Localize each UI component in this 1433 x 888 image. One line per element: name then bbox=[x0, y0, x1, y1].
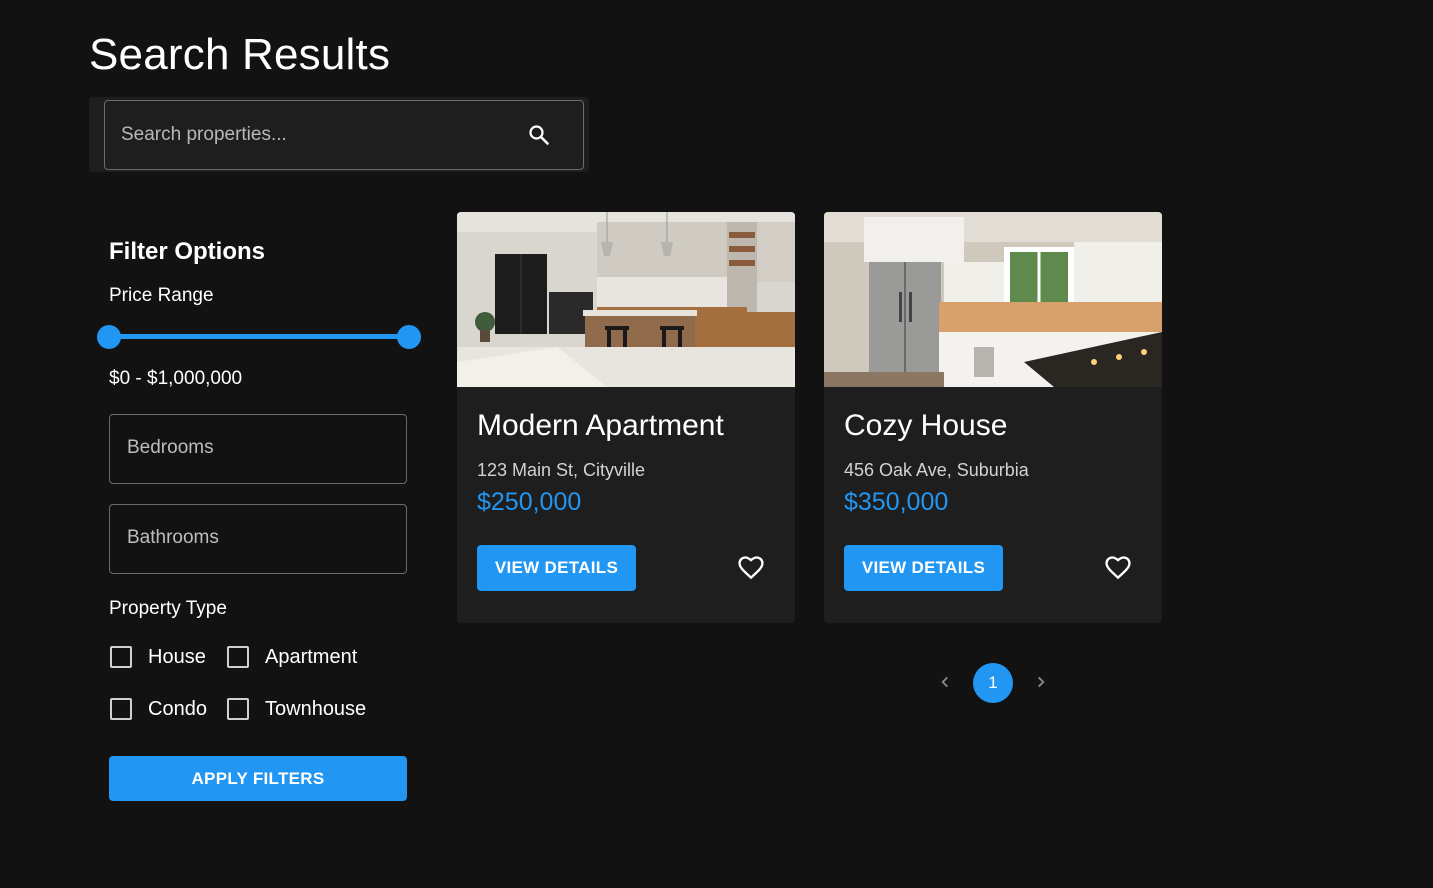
price-range-value: $0 - $1,000,000 bbox=[109, 368, 243, 389]
checkbox-icon[interactable] bbox=[110, 646, 132, 668]
checkbox-label: House bbox=[148, 645, 206, 668]
property-address: 456 Oak Ave, Suburbia bbox=[844, 460, 1029, 480]
property-card: Modern Apartment 123 Main St, Cityville … bbox=[457, 212, 795, 623]
slider-thumb-min[interactable] bbox=[97, 325, 121, 349]
property-title: Cozy House bbox=[844, 409, 1008, 442]
property-image[interactable] bbox=[457, 212, 795, 387]
bathrooms-label: Bathrooms bbox=[127, 527, 219, 548]
property-image[interactable] bbox=[824, 212, 1162, 387]
checkbox-condo[interactable]: Condo bbox=[110, 695, 207, 723]
checkbox-icon[interactable] bbox=[227, 698, 249, 720]
checkbox-label: Apartment bbox=[265, 645, 358, 668]
filter-title: Filter Options bbox=[109, 238, 265, 265]
checkbox-label: Townhouse bbox=[265, 697, 367, 720]
checkbox-house[interactable]: House bbox=[110, 643, 206, 671]
search-bar bbox=[89, 97, 589, 172]
checkbox-apartment[interactable]: Apartment bbox=[227, 643, 357, 671]
checkbox-icon[interactable] bbox=[227, 646, 249, 668]
checkbox-label: Condo bbox=[148, 697, 207, 720]
favorite-button[interactable] bbox=[733, 550, 769, 586]
view-details-button[interactable]: VIEW DETAILS bbox=[844, 545, 1003, 591]
bedrooms-select[interactable]: Bedrooms bbox=[109, 414, 407, 484]
property-card: Cozy House 456 Oak Ave, Suburbia $350,00… bbox=[824, 212, 1162, 623]
apply-filters-button[interactable]: APPLY FILTERS bbox=[109, 756, 407, 801]
price-range-slider[interactable] bbox=[97, 322, 421, 352]
search-icon[interactable] bbox=[527, 123, 551, 147]
chevron-right-icon[interactable] bbox=[1030, 671, 1052, 693]
property-address: 123 Main St, Cityville bbox=[477, 460, 646, 480]
slider-thumb-max[interactable] bbox=[397, 325, 421, 349]
search-input[interactable] bbox=[121, 101, 521, 169]
pagination-page-button[interactable]: 1 bbox=[973, 663, 1013, 703]
price-range-label: Price Range bbox=[109, 285, 214, 306]
heart-outline-icon bbox=[1105, 556, 1131, 580]
slider-track bbox=[109, 334, 409, 339]
checkbox-townhouse[interactable]: Townhouse bbox=[227, 695, 366, 723]
bedrooms-label: Bedrooms bbox=[127, 437, 214, 458]
bathrooms-select[interactable]: Bathrooms bbox=[109, 504, 407, 574]
page: Search Results Filter Options Price Rang… bbox=[0, 0, 1433, 888]
property-title: Modern Apartment bbox=[477, 409, 724, 442]
search-field bbox=[104, 100, 584, 170]
property-price: $350,000 bbox=[844, 488, 949, 516]
view-details-button[interactable]: VIEW DETAILS bbox=[477, 545, 636, 591]
property-type-label: Property Type bbox=[109, 598, 227, 619]
page-title: Search Results bbox=[89, 30, 391, 79]
checkbox-icon[interactable] bbox=[110, 698, 132, 720]
heart-outline-icon bbox=[738, 556, 764, 580]
favorite-button[interactable] bbox=[1100, 550, 1136, 586]
property-price: $250,000 bbox=[477, 488, 582, 516]
chevron-left-icon[interactable] bbox=[934, 671, 956, 693]
